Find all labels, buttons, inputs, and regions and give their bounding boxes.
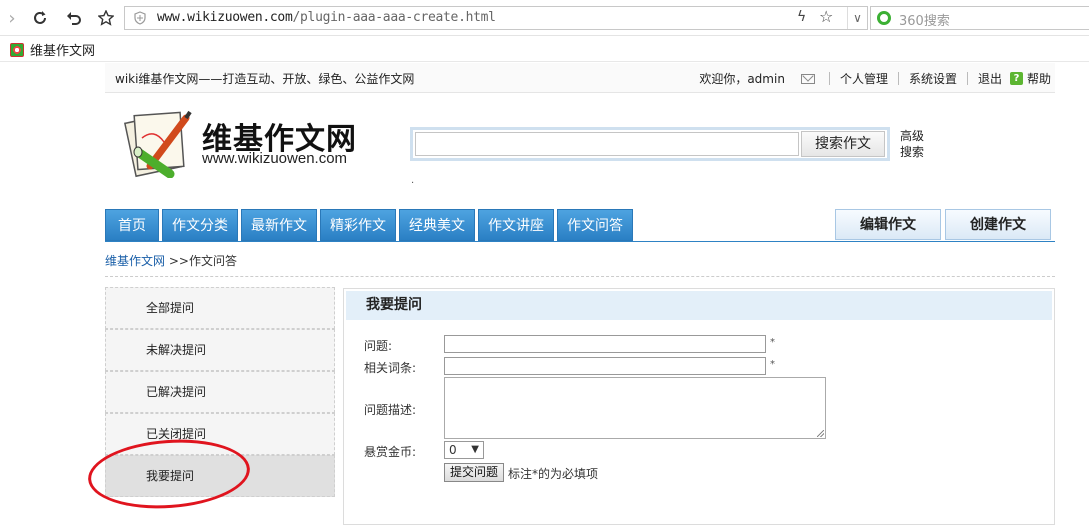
bookmark-star-icon[interactable]: ☆ [819, 7, 833, 26]
question-label: 问题: [364, 339, 393, 353]
breadcrumb-home-link[interactable]: 维基作文网 [105, 254, 165, 268]
advanced-search-link[interactable]: 高级搜索 [900, 128, 930, 160]
nav-tab-classic[interactable]: 经典美文 [399, 209, 475, 241]
nav-tab-qa[interactable]: 作文问答 [557, 209, 633, 241]
site-search-input[interactable] [415, 132, 799, 156]
resize-grip-icon[interactable] [817, 430, 824, 437]
lightning-icon[interactable]: ϟ [797, 9, 806, 25]
reward-label: 悬赏金币: [364, 445, 417, 459]
settings-link[interactable]: 系统设置 [909, 70, 957, 87]
dropdown-arrow-icon: ▼ [471, 444, 479, 455]
chevron-down-icon[interactable]: ∨ [847, 7, 867, 29]
ask-question-panel: 我要提问 问题: * 相关词条: * 问题描述: 悬赏金币: 0 ▼ 提交问题 … [343, 288, 1055, 525]
dot-mark: . [411, 175, 415, 186]
submit-question-button[interactable]: 提交问题 [444, 463, 504, 482]
site-slogan: wiki维基作文网——打造互动、开放、绿色、公益作文网 [115, 72, 415, 86]
sidebar-item-ask[interactable]: 我要提问 [105, 455, 335, 497]
user-bar: 欢迎你，admin 个人管理 系统设置 退出 ? 帮助 [699, 70, 1051, 87]
bookmark-item[interactable]: 维基作文网 [10, 40, 95, 59]
description-label: 问题描述: [364, 403, 417, 417]
required-mark: * [770, 359, 775, 370]
reward-select[interactable]: 0 ▼ [444, 441, 484, 459]
browser-search-box[interactable]: 360搜索 [870, 6, 1089, 30]
welcome-text: 欢迎你，admin [699, 72, 785, 86]
mail-icon[interactable] [800, 73, 815, 84]
undo-icon[interactable] [62, 6, 86, 30]
divider [105, 276, 1055, 277]
nav-tab-home[interactable]: 首页 [105, 209, 159, 241]
reload-icon[interactable] [28, 6, 52, 30]
site-search-box: 搜索作文 [410, 127, 890, 161]
sidebar-item-unsolved[interactable]: 未解决提问 [105, 329, 335, 371]
bookmarks-bar: 维基作文网 [0, 36, 1089, 62]
entry-input[interactable] [444, 357, 766, 375]
forward-icon[interactable]: › [0, 6, 24, 30]
help-icon[interactable]: ? [1009, 72, 1023, 85]
sidebar-item-all[interactable]: 全部提问 [105, 287, 335, 329]
required-mark: * [770, 337, 775, 348]
sidebar-item-closed[interactable]: 已关闭提问 [105, 413, 335, 455]
main-nav: 首页 作文分类 最新作文 精彩作文 经典美文 作文讲座 作文问答 编辑作文 创建… [105, 209, 1055, 242]
nav-tab-featured[interactable]: 精彩作文 [320, 209, 396, 241]
help-link[interactable]: 帮助 [1027, 70, 1051, 87]
search-engine-icon [877, 11, 891, 25]
search-placeholder: 360搜索 [899, 14, 950, 29]
breadcrumb: 维基作文网 >>作文问答 [105, 252, 237, 269]
breadcrumb-current: >>作文问答 [168, 254, 237, 268]
url-text: www.wikizuowen.com/plugin-aaa-aaa-create… [157, 10, 496, 25]
site-url: www.wikizuowen.com [202, 150, 348, 167]
sidebar-item-solved[interactable]: 已解决提问 [105, 371, 335, 413]
question-input[interactable] [444, 335, 766, 353]
required-note: 标注*的为必填项 [508, 467, 599, 481]
logout-link[interactable]: 退出 [978, 70, 1002, 87]
entry-label: 相关词条: [364, 361, 417, 375]
search-button[interactable]: 搜索作文 [801, 131, 885, 157]
reward-value: 0 [449, 443, 457, 457]
create-essay-button[interactable]: 创建作文 [945, 209, 1051, 240]
panel-title: 我要提问 [346, 291, 1052, 320]
bookmark-label: 维基作文网 [30, 44, 96, 59]
favorite-star-icon[interactable] [94, 6, 118, 30]
nav-tab-categories[interactable]: 作文分类 [162, 209, 238, 241]
address-bar[interactable]: www.wikizuowen.com/plugin-aaa-aaa-create… [124, 6, 868, 30]
sidebar: 全部提问 未解决提问 已解决提问 已关闭提问 我要提问 [105, 287, 335, 497]
personal-link[interactable]: 个人管理 [840, 70, 888, 87]
shield-icon [134, 11, 146, 25]
site-topbar: wiki维基作文网——打造互动、开放、绿色、公益作文网 欢迎你，admin 个人… [105, 63, 1055, 93]
nav-tab-latest[interactable]: 最新作文 [241, 209, 317, 241]
description-textarea[interactable] [444, 377, 826, 439]
site-logo-icon[interactable] [120, 108, 196, 178]
site-favicon-icon [10, 42, 24, 57]
browser-toolbar: › www.wikizuowen.com/plugin-aaa-aaa-crea… [0, 0, 1089, 36]
nav-tab-lectures[interactable]: 作文讲座 [478, 209, 554, 241]
edit-essay-button[interactable]: 编辑作文 [835, 209, 941, 240]
